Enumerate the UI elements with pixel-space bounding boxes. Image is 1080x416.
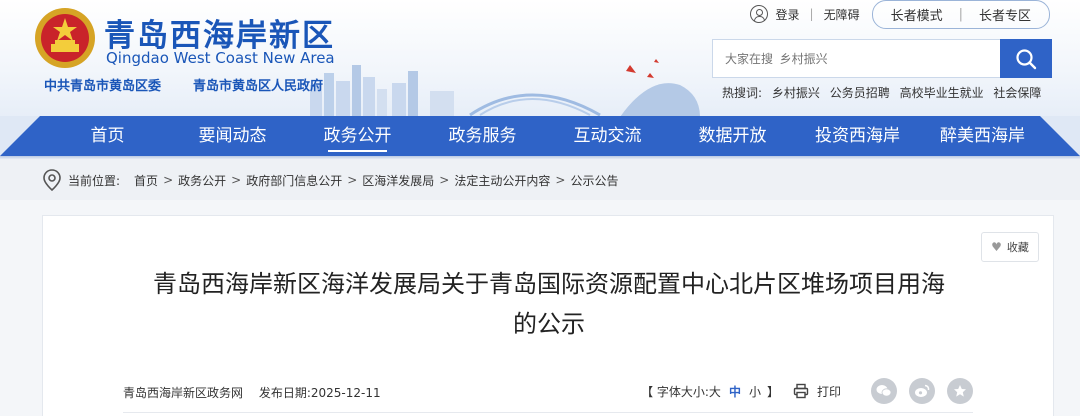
star-icon xyxy=(954,385,966,397)
breadcrumb-separator: > xyxy=(439,173,450,187)
nav-item-scenery[interactable]: 醉美西海岸 xyxy=(920,116,1045,156)
senior-zone-link[interactable]: 长者专区 xyxy=(979,5,1031,24)
font-size-small[interactable]: 小 xyxy=(749,385,761,399)
article-tools: 【 字体大小:大中小】 打印 xyxy=(641,378,973,404)
org-government: 青岛市黄岛区人民政府 xyxy=(193,79,324,94)
separator: | xyxy=(809,7,814,21)
printer-icon xyxy=(793,383,809,399)
breadcrumb-separator: > xyxy=(163,173,174,187)
header-banner: 青岛西海岸新区 Qingdao West Coast New Area 中共青岛… xyxy=(0,0,1080,116)
print-label: 打印 xyxy=(816,384,841,399)
nav-item-interaction[interactable]: 互动交流 xyxy=(545,116,670,156)
breadcrumb-item[interactable]: 区海洋发展局 xyxy=(362,172,434,189)
nav-item-news[interactable]: 要闻动态 xyxy=(170,116,295,156)
city-skyline-illustration xyxy=(310,59,700,116)
senior-mode-link[interactable]: 长者模式 xyxy=(891,5,943,24)
breadcrumb-separator: > xyxy=(555,173,566,187)
breadcrumb-separator: > xyxy=(231,173,242,187)
wechat-icon xyxy=(876,385,892,397)
breadcrumb: 当前位置: 首页 > 政务公开 > 政府部门信息公开 > 区海洋发展局 > 法定… xyxy=(0,160,1080,200)
hot-word[interactable]: 社会保障 xyxy=(993,86,1041,100)
user-icon[interactable] xyxy=(749,5,768,23)
nav-item-invest[interactable]: 投资西海岸 xyxy=(795,116,920,156)
national-emblem-icon xyxy=(35,8,95,68)
article-meta: 青岛西海岸新区政务网 发布日期:2025-12-11 xyxy=(123,384,393,401)
nav-item-gov-services[interactable]: 政务服务 xyxy=(420,116,545,156)
breadcrumb-item[interactable]: 政务公开 xyxy=(178,172,226,189)
breadcrumb-separator: > xyxy=(347,173,358,187)
heart-icon: ♥ xyxy=(991,240,1002,254)
senior-toggle-group: 长者模式 | 长者专区 xyxy=(871,0,1050,29)
search-input[interactable] xyxy=(712,39,1000,78)
font-size-control: 【 字体大小:大中小】 xyxy=(641,383,779,400)
hot-search-label: 热搜词: xyxy=(722,86,763,100)
nav-item-open-data[interactable]: 数据开放 xyxy=(670,116,795,156)
location-pin-icon xyxy=(43,169,61,191)
article-title-line: 的公示 xyxy=(513,310,585,338)
breadcrumb-item[interactable]: 政府部门信息公开 xyxy=(246,172,342,189)
nav-right-corner xyxy=(1040,116,1080,156)
hot-word[interactable]: 高校毕业生就业 xyxy=(900,86,984,100)
font-size-large[interactable]: 大 xyxy=(709,385,721,399)
font-size-label: 【 字体大小: xyxy=(641,384,709,399)
hot-word[interactable]: 公务员招聘 xyxy=(830,86,890,100)
hot-search-words: 热搜词: 乡村振兴 公务员招聘 高校毕业生就业 社会保障 xyxy=(722,84,1047,101)
breadcrumb-item[interactable]: 公示公告 xyxy=(570,172,618,189)
breadcrumb-label: 当前位置: xyxy=(68,173,121,188)
nav-left-corner xyxy=(0,116,40,156)
site-title-english: Qingdao West Coast New Area xyxy=(106,49,335,67)
search-box xyxy=(712,39,1052,78)
article-source: 青岛西海岸新区政务网 xyxy=(123,386,244,400)
article-title-line: 青岛西海岸新区海洋发展局关于青岛国际资源配置中心北片区堆场项目用海 xyxy=(153,270,945,298)
nav-item-gov-affairs[interactable]: 政务公开 xyxy=(295,116,420,156)
org-party-committee: 中共青岛市黄岛区委 xyxy=(44,79,162,94)
article-title: 青岛西海岸新区海洋发展局关于青岛国际资源配置中心北片区堆场项目用海 的公示 xyxy=(123,264,975,344)
print-button[interactable]: 打印 xyxy=(793,383,841,400)
favorite-label: 收藏 xyxy=(1006,241,1029,254)
nav-item-home[interactable]: 首页 xyxy=(45,116,170,156)
search-button[interactable] xyxy=(1000,39,1052,78)
hot-word[interactable]: 乡村振兴 xyxy=(772,86,820,100)
weibo-icon xyxy=(915,384,930,397)
font-size-close: 】 xyxy=(766,384,779,399)
article-card: ♥ 收藏 青岛西海岸新区海洋发展局关于青岛国际资源配置中心北片区堆场项目用海 的… xyxy=(42,215,1054,416)
breadcrumb-item[interactable]: 首页 xyxy=(134,172,158,189)
share-favorite-button[interactable] xyxy=(947,378,973,404)
publish-date: 发布日期:2025-12-11 xyxy=(258,386,381,400)
share-weibo-button[interactable] xyxy=(909,378,935,404)
accessibility-link[interactable]: 无障碍 xyxy=(824,6,860,23)
search-icon xyxy=(1016,48,1037,69)
login-link[interactable]: 登录 xyxy=(776,6,800,23)
meta-divider xyxy=(123,412,973,413)
breadcrumb-item[interactable]: 法定主动公开内容 xyxy=(454,172,550,189)
font-size-medium[interactable]: 中 xyxy=(729,385,741,399)
main-nav: 首页 要闻动态 政务公开 政务服务 互动交流 数据开放 投资西海岸 醉美西海岸 xyxy=(0,116,1080,156)
separator: | xyxy=(958,6,963,22)
top-links: 登录 | 无障碍 长者模式 | 长者专区 xyxy=(749,0,1050,29)
favorite-button[interactable]: ♥ 收藏 xyxy=(981,232,1039,262)
share-wechat-button[interactable] xyxy=(871,378,897,404)
